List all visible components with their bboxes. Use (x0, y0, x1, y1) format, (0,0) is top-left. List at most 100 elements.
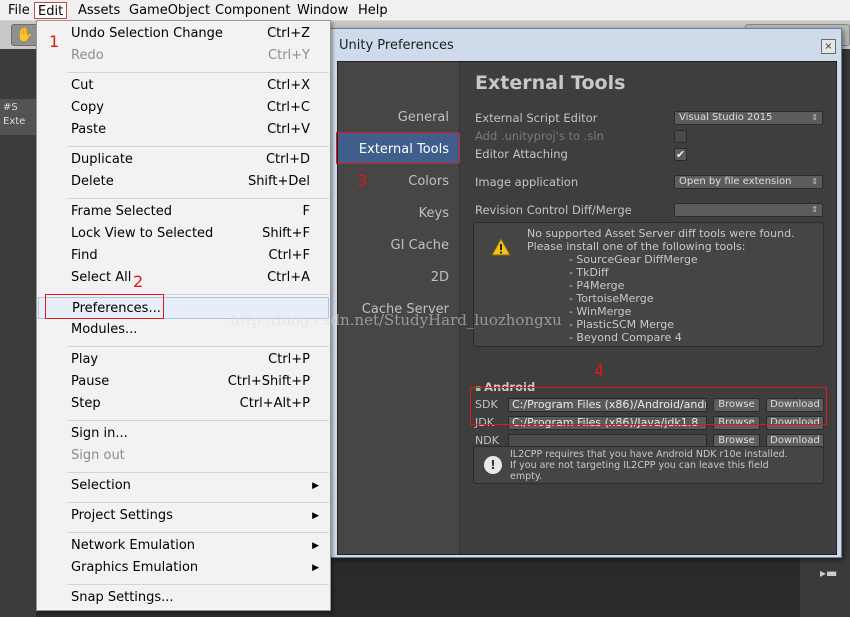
menu-item-label: Paste (71, 122, 107, 137)
il2cpp-info-text: IL2CPP requires that you have Android ND… (510, 449, 788, 482)
image-app-value: Open by file extension (679, 176, 792, 187)
menu-item-play[interactable]: Play Ctrl+P (38, 349, 329, 371)
menu-item-shortcut: Ctrl+Z (267, 26, 310, 41)
scene-tab[interactable]: #S Exte (0, 99, 36, 135)
menu-item-shortcut: Ctrl+C (266, 100, 310, 115)
menu-item-copy[interactable]: Copy Ctrl+C (38, 97, 329, 119)
menu-separator (67, 346, 329, 347)
dialog-title: Unity Preferences (339, 38, 454, 53)
menu-item-label: Redo (71, 48, 104, 63)
menu-assets[interactable]: Assets (78, 2, 120, 19)
menu-separator (67, 472, 329, 473)
menu-item-select-all[interactable]: Select All Ctrl+A (38, 267, 329, 289)
diff-warning-text: No supported Asset Server diff tools wer… (527, 227, 795, 344)
menu-item-label: Step (71, 396, 101, 411)
menu-separator (67, 502, 329, 503)
updown-icon: ⇕ (811, 205, 818, 214)
menu-item-delete[interactable]: Delete Shift+Del (38, 171, 329, 193)
scene-sub-label: Exte (3, 116, 26, 127)
menu-item-network-emulation[interactable]: Network Emulation ▶ (38, 535, 329, 557)
menu-item-shortcut: Ctrl+Alt+P (239, 396, 310, 411)
hand-tool-button[interactable]: ✋ (11, 24, 39, 46)
menu-item-shortcut: Shift+F (262, 226, 310, 241)
menu-file[interactable]: File (8, 2, 30, 19)
menu-item-label: Snap Settings... (71, 590, 174, 605)
menu-item-label: Sign in... (71, 426, 128, 441)
updown-icon: ⇕ (811, 177, 818, 186)
menu-item-label: Sign out (71, 448, 125, 463)
annotation-number-4: 4 (594, 361, 605, 380)
submenu-arrow-icon: ▶ (312, 541, 319, 551)
menu-item-undo[interactable]: Undo Selection Change Ctrl+Z (38, 23, 329, 45)
annotation-number-1: 1 (49, 32, 60, 51)
menu-item-graphics-emulation[interactable]: Graphics Emulation ▶ (38, 557, 329, 579)
il2cpp-info-box: ! IL2CPP requires that you have Android … (473, 446, 824, 484)
menu-item-shortcut: Ctrl+Y (268, 48, 310, 63)
menu-item-label: Find (71, 248, 98, 263)
menu-separator (67, 198, 329, 199)
page-title: External Tools (475, 72, 626, 94)
submenu-arrow-icon: ▶ (312, 563, 319, 573)
menu-help[interactable]: Help (358, 2, 388, 19)
menu-item-snap-settings[interactable]: Snap Settings... (38, 587, 329, 609)
menu-item-shortcut: Shift+Del (247, 174, 310, 189)
editor-attaching-checkbox[interactable]: ✔ (674, 148, 687, 161)
menu-item-step[interactable]: Step Ctrl+Alt+P (38, 393, 329, 415)
menu-item-selection[interactable]: Selection ▶ (38, 475, 329, 497)
menu-item-find[interactable]: Find Ctrl+F (38, 245, 329, 267)
menu-item-cut[interactable]: Cut Ctrl+X (38, 75, 329, 97)
nav-2d[interactable]: 2D (431, 270, 449, 285)
menu-item-project-settings[interactable]: Project Settings ▶ (38, 505, 329, 527)
menu-item-label: Lock View to Selected (71, 226, 214, 241)
image-app-dropdown[interactable]: Open by file extension ⇕ (674, 175, 823, 189)
menu-item-label: Cut (71, 78, 94, 93)
info-icon: ! (484, 456, 502, 474)
watermark: http://blog.csdn.net/StudyHard_luozhongx… (230, 311, 562, 329)
menu-item-pause[interactable]: Pause Ctrl+Shift+P (38, 371, 329, 393)
menu-window[interactable]: Window (297, 2, 348, 19)
nav-general[interactable]: General (398, 110, 449, 125)
warning-icon (491, 238, 511, 256)
menu-item-lock-view[interactable]: Lock View to Selected Shift+F (38, 223, 329, 245)
menu-item-frame-selected[interactable]: Frame Selected F (38, 201, 329, 223)
annotation-box-external-tools (336, 132, 459, 164)
script-editor-dropdown[interactable]: Visual Studio 2015 ⇕ (674, 111, 823, 125)
menu-item-shortcut: Ctrl+D (265, 152, 310, 167)
nav-gi-cache[interactable]: GI Cache (391, 238, 449, 253)
submenu-arrow-icon: ▶ (312, 481, 319, 491)
script-editor-label: External Script Editor (475, 111, 598, 125)
nav-colors[interactable]: Colors (408, 174, 449, 189)
add-unityproj-checkbox[interactable] (674, 130, 687, 143)
script-editor-value: Visual Studio 2015 (679, 112, 773, 123)
menu-item-label: Play (71, 352, 99, 367)
menu-item-shortcut: Ctrl+Shift+P (227, 374, 310, 389)
menu-item-duplicate[interactable]: Duplicate Ctrl+D (38, 149, 329, 171)
menu-item-label: Modules... (71, 322, 138, 337)
menu-separator (67, 584, 329, 585)
annotation-number-2: 2 (133, 272, 144, 291)
menu-bar: File Edit Assets GameObject Component Wi… (0, 0, 850, 21)
menu-item-label: Select All (71, 270, 132, 285)
scene-panel: #S Exte (0, 49, 36, 617)
nav-keys[interactable]: Keys (419, 206, 449, 221)
revision-dropdown[interactable]: ⇕ (674, 203, 823, 217)
menu-item-sign-in[interactable]: Sign in... (38, 423, 329, 445)
menu-item-paste[interactable]: Paste Ctrl+V (38, 119, 329, 141)
close-icon[interactable]: × (821, 39, 836, 54)
menu-item-shortcut: Ctrl+A (267, 270, 310, 285)
menu-item-sign-out: Sign out (38, 445, 329, 467)
image-app-label: Image application (475, 175, 579, 189)
menu-component[interactable]: Component (215, 2, 290, 19)
menu-item-shortcut: Ctrl+F (268, 248, 310, 263)
menu-item-redo: Redo Ctrl+Y (38, 45, 329, 67)
menu-edit[interactable]: Edit (34, 2, 68, 19)
revision-label: Revision Control Diff/Merge (475, 203, 632, 217)
menu-item-shortcut: Ctrl+V (267, 122, 310, 137)
menu-gameobject[interactable]: GameObject (129, 2, 210, 19)
annotation-box-preferences (45, 294, 164, 319)
menu-item-label: Pause (71, 374, 110, 389)
menu-item-label: Network Emulation (71, 538, 196, 553)
folder-icon: ▸▬ (820, 566, 838, 580)
submenu-arrow-icon: ▶ (312, 511, 319, 521)
menu-item-label: Duplicate (71, 152, 133, 167)
